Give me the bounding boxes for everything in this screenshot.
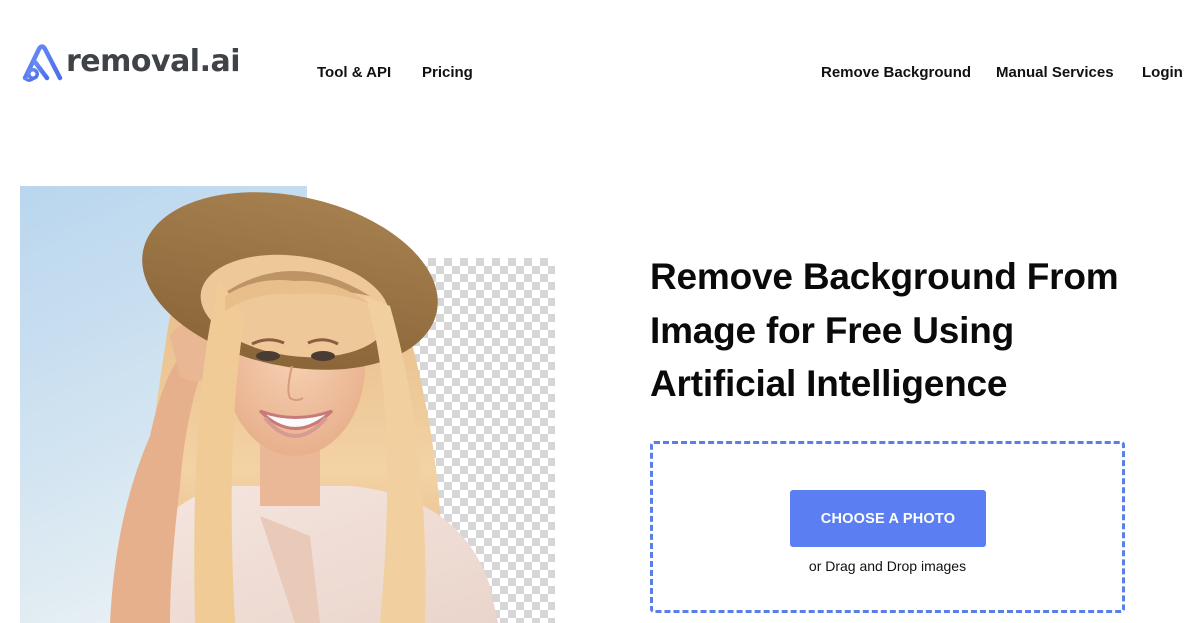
hero-image <box>20 186 560 623</box>
logo-text: removal.ai <box>66 44 241 79</box>
nav-pricing[interactable]: Pricing <box>422 63 473 83</box>
hero-title-line: Image for Free Using <box>650 309 1015 351</box>
nav-login[interactable]: Login <box>1142 63 1183 83</box>
hero-title-line: Artificial Intelligence <box>650 363 1008 404</box>
logo-link[interactable]: removal.ai <box>20 42 241 84</box>
drag-drop-hint: or Drag and Drop images <box>808 558 967 574</box>
choose-photo-button[interactable]: CHOOSE A PHOTO <box>790 490 986 547</box>
nav-tool-api[interactable]: Tool & API <box>317 63 391 83</box>
removal-ai-logo-icon <box>22 44 63 82</box>
site-header: removal.ai Tool & API Pricing Remove Bac… <box>0 0 1200 140</box>
nav-remove-background[interactable]: Remove Background <box>821 63 971 83</box>
hero-title-line: Remove Background From <box>650 256 1119 297</box>
hero-illustration <box>20 186 560 623</box>
hero-title: Remove Background From Image for Free Us… <box>650 250 1170 411</box>
nav-manual-services[interactable]: Manual Services <box>996 63 1114 83</box>
